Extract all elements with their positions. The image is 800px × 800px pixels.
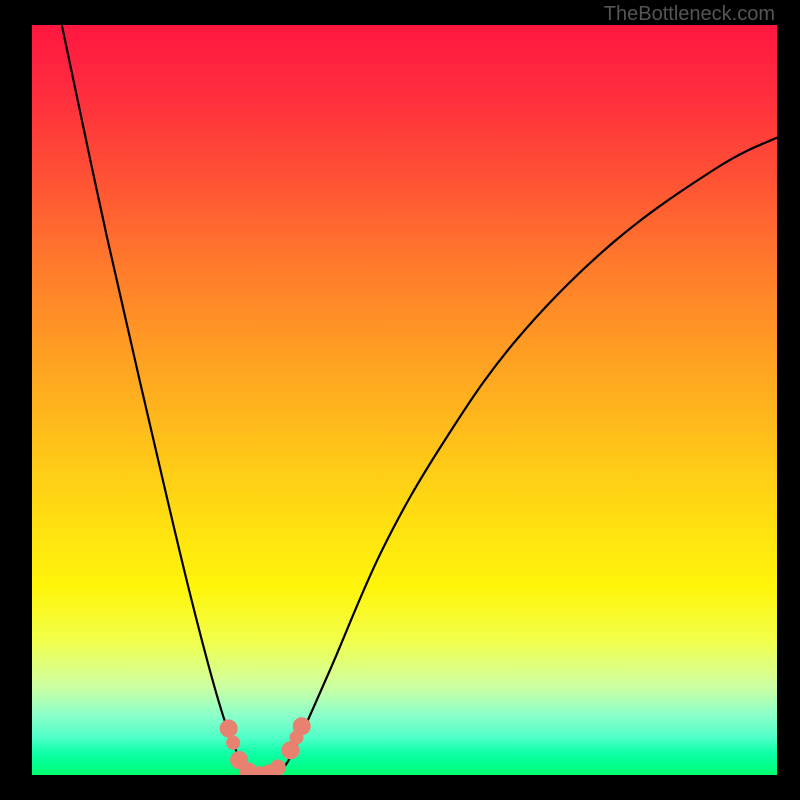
bottleneck-curve-path [62, 25, 777, 775]
curve-marker [293, 717, 311, 735]
curve-marker [270, 760, 286, 776]
curve-marker [220, 720, 238, 738]
bottleneck-curve-svg [32, 25, 777, 775]
curve-marker [226, 736, 240, 750]
curve-markers [220, 717, 311, 775]
chart-area [32, 25, 777, 775]
watermark-text: TheBottleneck.com [604, 3, 775, 26]
